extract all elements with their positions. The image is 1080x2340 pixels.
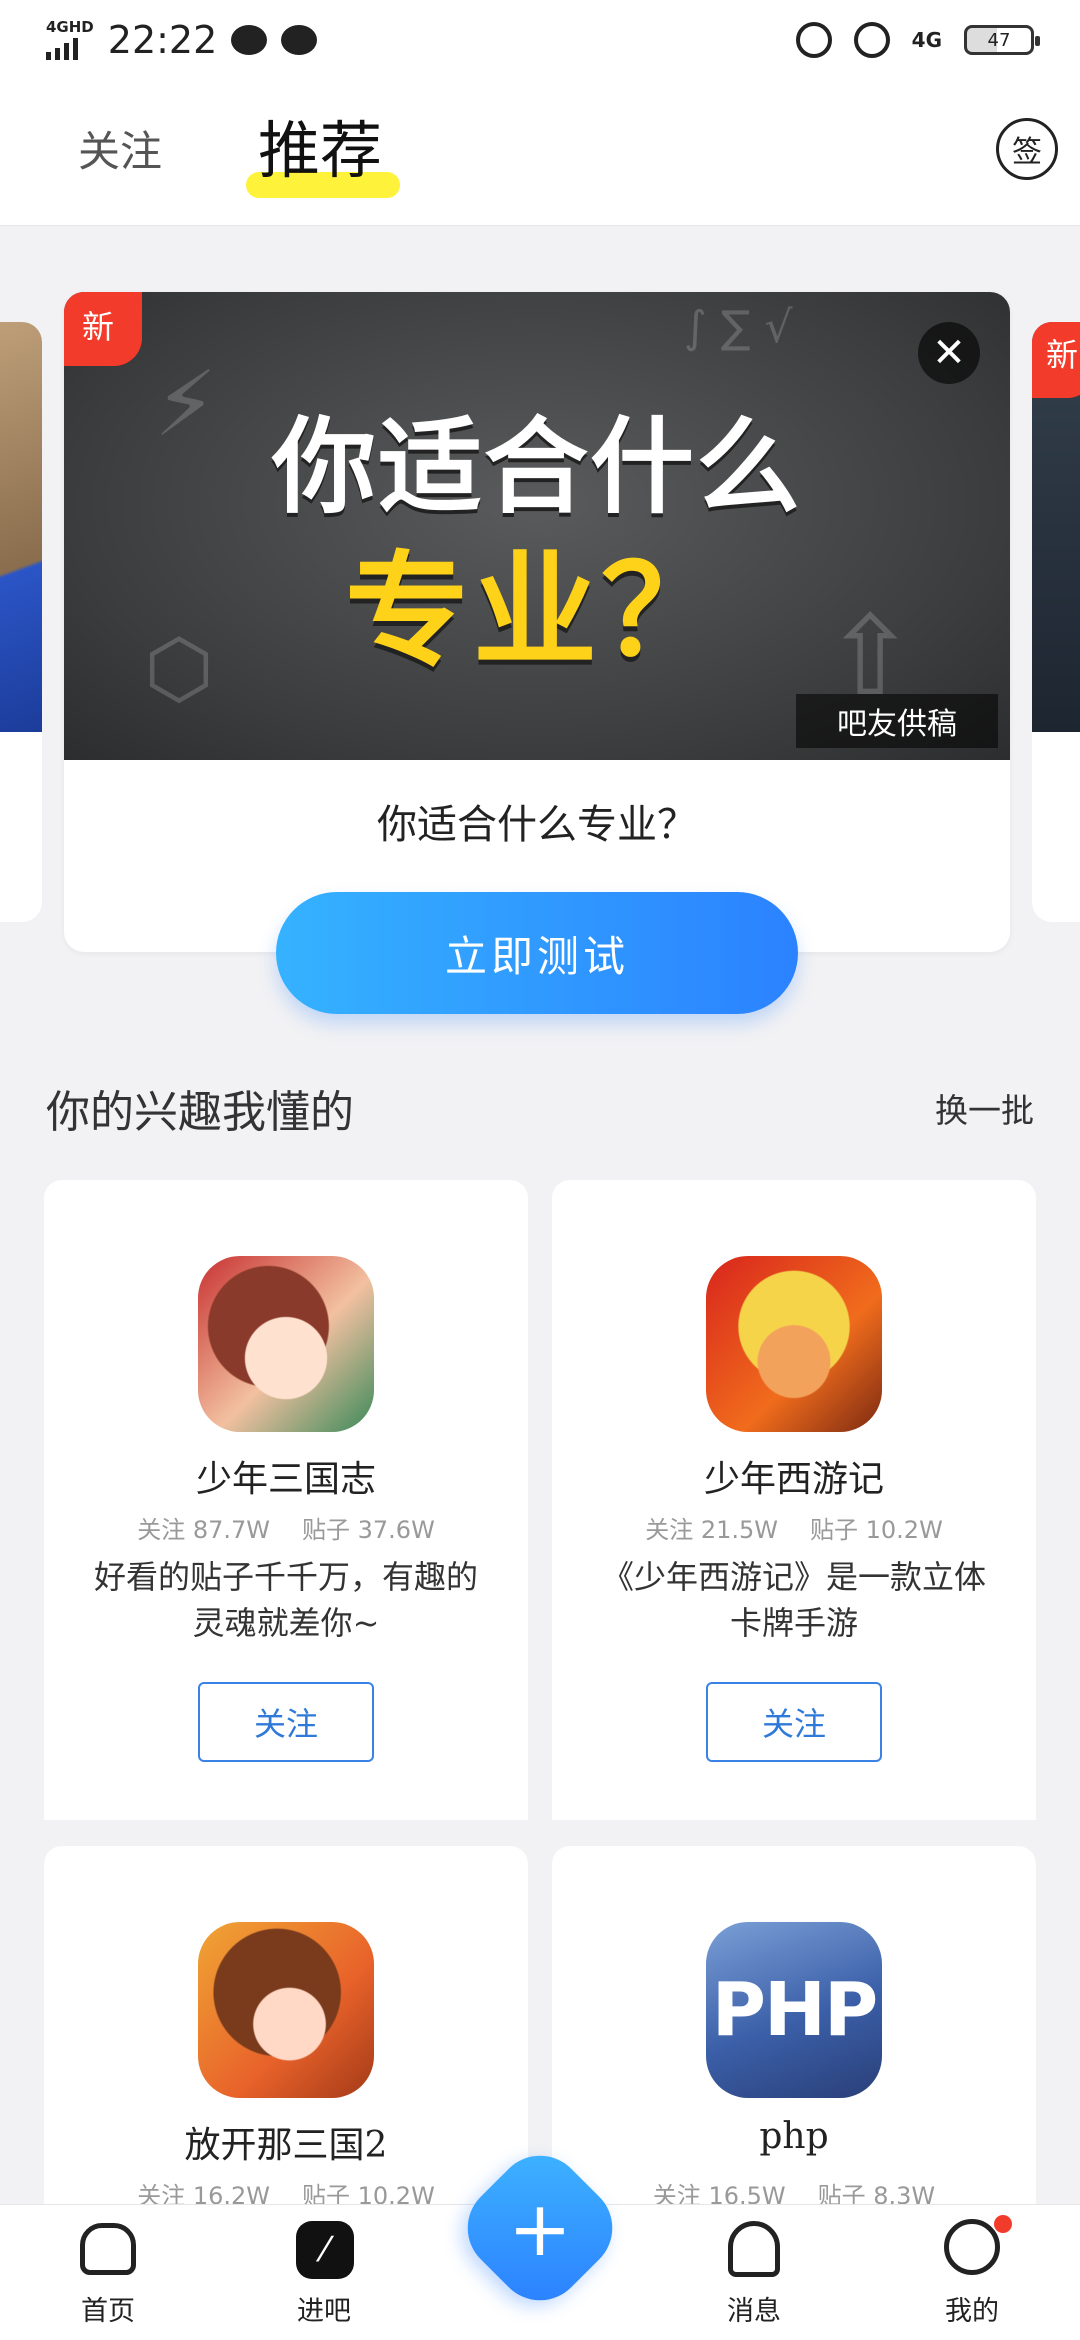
forum-stats: 关注 87.7W 贴子 37.6W: [44, 1510, 528, 1545]
forum-stats: 关注 21.5W 贴子 10.2W: [552, 1510, 1036, 1545]
follow-button[interactable]: 关注: [198, 1682, 374, 1762]
nav-home-label: 首页: [81, 2296, 135, 2327]
start-test-button[interactable]: 立即测试: [276, 892, 798, 1014]
mute-icon: [853, 22, 890, 58]
forum-description: 好看的贴子千千万，有趣的灵魂就差你~: [93, 1558, 478, 1642]
follow-button[interactable]: 关注: [706, 1682, 882, 1762]
section-title: 你的兴趣我懂的: [46, 1087, 354, 1138]
credit-label: 吧友供稿: [796, 694, 998, 748]
status-right: 4G 47: [795, 22, 1040, 58]
status-left: 4GHD 22:22: [46, 18, 318, 62]
forum-avatar: [198, 1256, 374, 1432]
battery-icon: 47: [964, 25, 1040, 55]
new-badge: 新: [1032, 322, 1080, 398]
forum-name: 少年三国志: [195, 1459, 376, 1500]
top-header: 关注 推荐 签: [0, 80, 1080, 226]
forum-card[interactable]: 少年三国志 关注 87.7W 贴子 37.6W 好看的贴子千千万，有趣的灵魂就差你…: [44, 1180, 528, 1820]
chalk-formula-icon: ∫ ∑ √: [684, 302, 793, 353]
forum-name: php: [759, 2116, 829, 2157]
forum-card[interactable]: 放开那三国2 关注 16.2W 贴子 10.2W: [44, 1846, 528, 2246]
carousel-prev-card[interactable]: [0, 322, 42, 922]
bell-icon: [728, 2221, 780, 2277]
nav-enter-forum[interactable]: ⁄ 进吧: [264, 2205, 384, 2340]
follow-count: 关注 87.7W: [137, 1516, 270, 1544]
tab-recommend[interactable]: 推荐: [258, 100, 382, 190]
clock: 22:22: [107, 18, 218, 62]
prev-card-image: [0, 322, 42, 732]
alarm-icon: [795, 22, 832, 58]
notification-dot: [994, 2215, 1012, 2233]
close-icon: ✕: [932, 330, 966, 376]
forum-card[interactable]: PHP php 关注 16.5W 贴子 8.3W: [552, 1846, 1036, 2246]
nav-enter-label: 进吧: [297, 2296, 351, 2327]
nav-me[interactable]: 我的: [912, 2205, 1032, 2340]
tab-follow[interactable]: 关注: [78, 118, 162, 179]
follow-count: 关注 21.5W: [645, 1516, 778, 1544]
refresh-button[interactable]: 换一批: [935, 1084, 1034, 1132]
forum-card[interactable]: 少年西游记 关注 21.5W 贴子 10.2W 《少年西游记》是一款立体卡牌手游 …: [552, 1180, 1036, 1820]
wechat-icon: [231, 25, 268, 55]
nav-messages[interactable]: 消息: [694, 2205, 814, 2340]
banner-title: 你适合什么专业？: [377, 802, 697, 848]
plus-icon[interactable]: +: [476, 2164, 604, 2292]
banner-card[interactable]: ⚡ ∫ ∑ √ ⬡ ⇧ 新 ✕ 你适合什么 专业？ 吧友供稿 你适合什么专业？: [64, 292, 1010, 952]
sign-in-button[interactable]: 签: [996, 118, 1058, 180]
forum-avatar: [706, 1256, 882, 1432]
forum-avatar: [198, 1922, 374, 2098]
php-logo: PHP: [711, 1967, 878, 2053]
new-badge: 新: [64, 292, 142, 366]
signal-icon: 4GHD: [46, 20, 94, 60]
message-icon: [281, 25, 318, 55]
forum-avatar: PHP: [706, 1922, 882, 2098]
banner-headline-2: 专业？: [344, 540, 729, 684]
forum-name: 少年西游记: [703, 1459, 884, 1500]
battery-level: 47: [987, 29, 1011, 51]
close-button[interactable]: ✕: [918, 322, 980, 384]
post-count: 贴子 37.6W: [302, 1516, 435, 1544]
status-bar: 4GHD 22:22 4G 47: [0, 0, 1080, 80]
post-count: 贴子 10.2W: [810, 1516, 943, 1544]
enter-forum-icon: ⁄: [296, 2221, 354, 2279]
nav-messages-label: 消息: [727, 2296, 781, 2327]
carousel-next-card[interactable]: 新: [1032, 322, 1080, 922]
banner-image: ⚡ ∫ ∑ √ ⬡ ⇧ 新 ✕ 你适合什么 专业？ 吧友供稿: [64, 292, 1010, 760]
forum-description: 《少年西游记》是一款立体卡牌手游: [601, 1558, 986, 1642]
network-type: 4GHD: [46, 18, 94, 36]
nav-me-label: 我的: [945, 2296, 999, 2327]
profile-icon: [944, 2219, 1000, 2275]
nav-home[interactable]: 首页: [48, 2205, 168, 2340]
home-icon: [80, 2223, 136, 2275]
forum-name: 放开那三国2: [184, 2125, 388, 2166]
network-4g: 4G: [911, 28, 942, 52]
